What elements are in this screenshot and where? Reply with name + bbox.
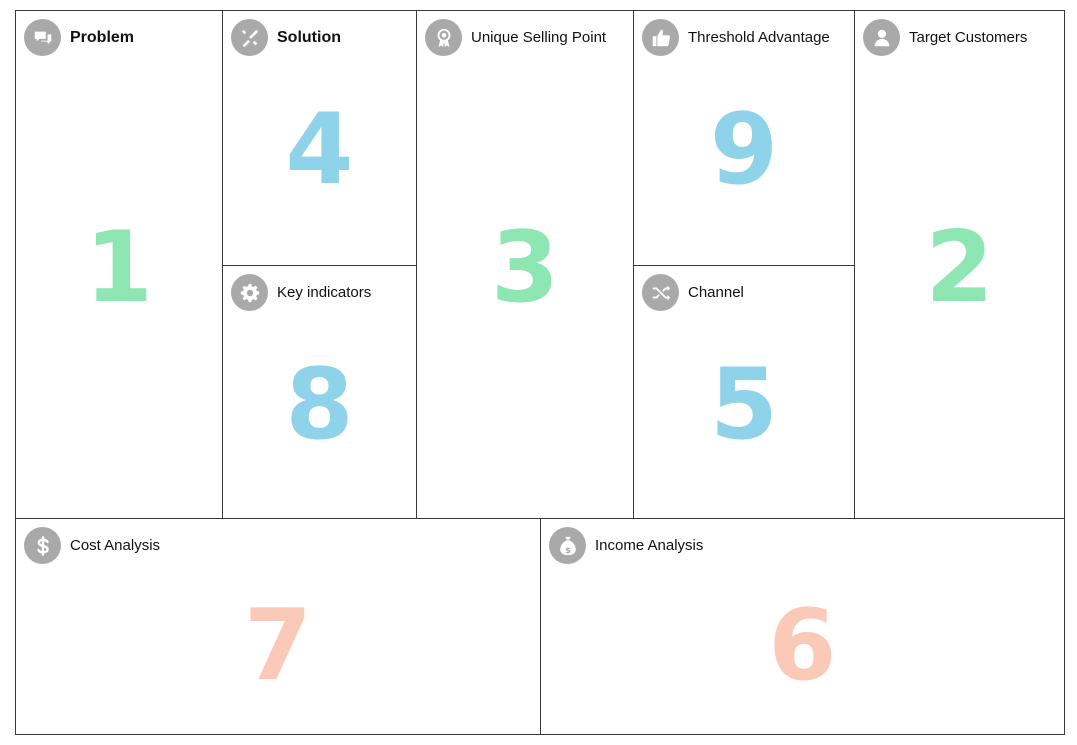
speech-bubbles-icon <box>24 19 61 56</box>
thumbs-up-icon <box>642 19 679 56</box>
income-analysis-number: 6 <box>768 589 837 703</box>
problem-block: Problem 1 <box>16 11 222 518</box>
tools-icon <box>231 19 268 56</box>
threshold-title: Threshold Advantage <box>688 29 830 46</box>
shuffle-icon <box>642 274 679 311</box>
solution-block: Solution 4 <box>223 11 416 265</box>
lean-canvas: Problem 1 Solution 4 Key indicators 8 Un… <box>15 10 1065 735</box>
channel-block: Channel 5 <box>634 266 854 518</box>
usp-number: 3 <box>490 211 560 325</box>
cost-analysis-number: 7 <box>243 589 313 703</box>
threshold-number: 9 <box>709 93 779 207</box>
solution-number: 4 <box>285 93 354 207</box>
key-indicators-number: 8 <box>285 348 354 462</box>
cost-analysis-title: Cost Analysis <box>70 537 161 554</box>
channel-title: Channel <box>688 284 744 301</box>
problem-number: 1 <box>84 211 154 325</box>
target-customers-number: 2 <box>925 211 994 325</box>
dollar-icon <box>24 527 61 564</box>
cost-analysis-block: Cost Analysis 7 <box>16 519 540 734</box>
problem-title: Problem <box>70 28 135 46</box>
income-analysis-block: $ Income Analysis 6 <box>541 519 1064 734</box>
usp-title: Unique Selling Point <box>471 29 607 46</box>
target-customers-block: Target Customers 2 <box>855 11 1064 518</box>
solution-title: Solution <box>277 28 341 46</box>
threshold-block: Threshold Advantage 9 <box>634 11 854 265</box>
svg-text:$: $ <box>565 544 571 554</box>
target-customers-title: Target Customers <box>909 29 1028 46</box>
income-analysis-title: Income Analysis <box>595 537 704 554</box>
money-bag-icon: $ <box>549 527 586 564</box>
user-icon <box>863 19 900 56</box>
key-indicators-title: Key indicators <box>277 284 372 301</box>
channel-number: 5 <box>709 348 779 462</box>
award-ribbon-icon <box>425 19 462 56</box>
gear-icon <box>231 274 268 311</box>
key-indicators-block: Key indicators 8 <box>223 266 416 518</box>
usp-block: Unique Selling Point 3 <box>417 11 633 518</box>
